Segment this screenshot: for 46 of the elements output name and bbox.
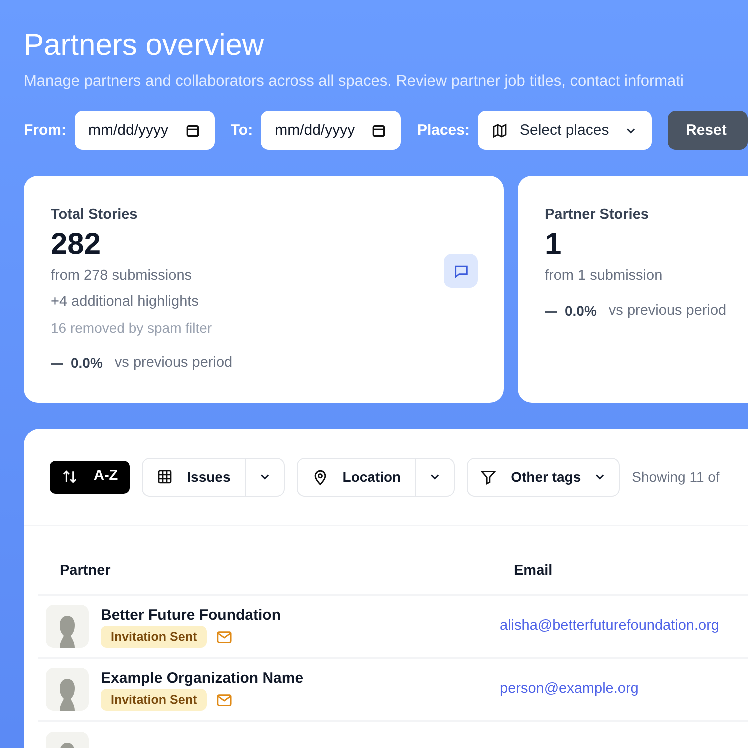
- stat-title: Total Stories: [51, 206, 138, 226]
- calendar-icon[interactable]: [371, 122, 388, 139]
- change-value: 0.0%: [565, 302, 597, 322]
- filter-dropdown[interactable]: Other tags: [467, 458, 620, 497]
- filter-label: Location: [342, 468, 402, 487]
- column-header: Partner: [60, 562, 112, 580]
- change-comparison: vs previous period: [114, 354, 233, 373]
- result-count: Showing 11 of: [632, 468, 720, 487]
- stat-detail: from 1 submission: [545, 267, 663, 286]
- mail-icon[interactable]: [217, 694, 232, 707]
- grid-icon: [157, 469, 174, 486]
- map-icon: [492, 122, 508, 139]
- reset-button[interactable]: Reset: [668, 111, 748, 150]
- status-badge: Invitation Sent: [101, 626, 208, 648]
- stat-value: 282: [51, 227, 102, 263]
- mail-icon[interactable]: [217, 630, 232, 644]
- page-subtitle: Manage partners and collaborators across all spaces. Review partner job titles, contact informati: [24, 72, 684, 92]
- filter-icon: [480, 468, 498, 486]
- filter-dropdown[interactable]: Issues: [142, 458, 285, 497]
- date-field[interactable]: mm/dd/yyyy: [74, 111, 215, 150]
- partner-name: Better Future Foundation: [101, 606, 281, 626]
- partner-name: Example Organization Name: [101, 669, 304, 690]
- stat-detail: +4 additional highlights: [51, 293, 199, 312]
- column-header: Email: [514, 562, 553, 580]
- sort-icon: [62, 469, 78, 486]
- stat-detail: from 278 submissions: [51, 267, 192, 286]
- stat-title: Partner Stories: [545, 206, 649, 226]
- to-label: To:: [230, 120, 254, 140]
- avatar-icon: [46, 668, 89, 712]
- date-field[interactable]: mm/dd/yyyy: [261, 111, 402, 150]
- filter-dropdown[interactable]: Location: [296, 458, 456, 497]
- avatar-icon: [46, 605, 89, 648]
- page-title: Partners overview: [24, 28, 264, 64]
- stat-value: 1: [545, 227, 562, 263]
- email-link[interactable]: alisha@betterfuturefoundation.org: [500, 616, 720, 638]
- change-comparison: vs previous period: [608, 302, 727, 321]
- calendar-icon[interactable]: [184, 122, 201, 139]
- spam-note: 16 removed by spam filter: [51, 319, 212, 338]
- from-label: From:: [24, 120, 66, 140]
- sort-button[interactable]: A-Z: [50, 460, 130, 494]
- places-dropdown[interactable]: Select places: [478, 111, 652, 150]
- filter-label: Issues: [187, 468, 231, 487]
- places-label: Places:: [417, 120, 470, 140]
- status-badge: Invitation Sent: [101, 689, 208, 712]
- email-link[interactable]: person@example.org: [500, 678, 639, 701]
- change-value: 0.0%: [71, 354, 103, 374]
